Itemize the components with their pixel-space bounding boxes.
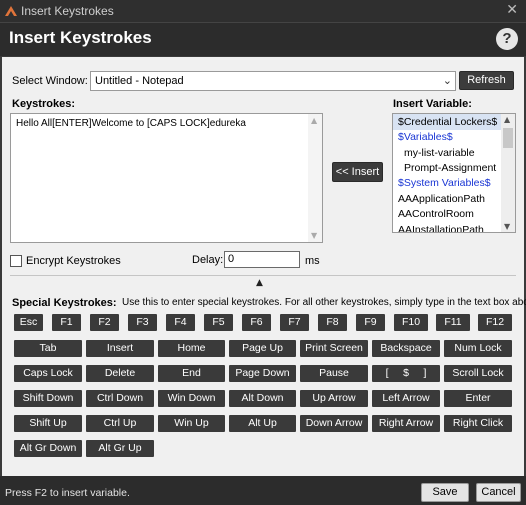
variable-item[interactable]: Prompt-Assignment <box>393 160 503 176</box>
insert-variable-button[interactable]: << Insert <box>332 162 383 182</box>
scrollbar-thumb[interactable] <box>503 128 513 148</box>
variable-group-header[interactable]: $Variables$ <box>393 129 503 145</box>
encrypt-keystrokes-checkbox[interactable] <box>10 255 22 267</box>
key-f10[interactable]: F10 <box>394 314 428 331</box>
key-f3[interactable]: F3 <box>128 314 157 331</box>
key-down-arrow[interactable]: Down Arrow <box>300 415 368 432</box>
key-f2[interactable]: F2 <box>90 314 119 331</box>
key-f5[interactable]: F5 <box>204 314 233 331</box>
keystrokes-textarea[interactable]: Hello All[ENTER]Welcome to [CAPS LOCK]ed… <box>10 113 323 243</box>
special-keystrokes-hint: Use this to enter special keystrokes. Fo… <box>122 297 526 308</box>
variable-item[interactable]: $Credential Lockers$ <box>393 114 503 130</box>
variable-item[interactable]: my-list-variable <box>393 145 503 161</box>
key-shift-down[interactable]: Shift Down <box>14 390 82 407</box>
variables-scrollbar[interactable]: ▲ ▼ <box>501 114 515 232</box>
key-home[interactable]: Home <box>158 340 225 357</box>
key-f12[interactable]: F12 <box>478 314 512 331</box>
save-button[interactable]: Save <box>421 483 469 502</box>
key-print-screen[interactable]: Print Screen <box>300 340 368 357</box>
key-f8[interactable]: F8 <box>318 314 347 331</box>
key-end[interactable]: End <box>158 365 225 382</box>
key-f6[interactable]: F6 <box>242 314 271 331</box>
key-alt-up[interactable]: Alt Up <box>229 415 296 432</box>
variable-item[interactable]: AAInstallationPath <box>393 222 503 232</box>
key-pause[interactable]: Pause <box>300 365 368 382</box>
key-esc[interactable]: Esc <box>14 314 43 331</box>
dialog-content: Select Window: Untitled - Notepad ⌄ Refr… <box>2 57 526 476</box>
key-up-arrow[interactable]: Up Arrow <box>300 390 368 407</box>
special-keystrokes-label: Special Keystrokes: <box>12 297 117 309</box>
key-right-click[interactable]: Right Click <box>444 415 512 432</box>
collapse-arrow-icon[interactable]: ▲ <box>256 278 263 288</box>
key-alt-gr-up[interactable]: Alt Gr Up <box>86 440 154 457</box>
key-enter[interactable]: Enter <box>444 390 512 407</box>
delay-input[interactable]: 0 <box>224 251 300 268</box>
key-delete[interactable]: Delete <box>86 365 154 382</box>
key-win-down[interactable]: Win Down <box>158 390 225 407</box>
key-right-arrow[interactable]: Right Arrow <box>372 415 440 432</box>
delay-unit: ms <box>305 255 320 267</box>
key-variable-brackets[interactable]: [ $ ] <box>372 365 440 382</box>
scroll-down-icon[interactable]: ▼ <box>504 222 510 231</box>
key-page-down[interactable]: Page Down <box>229 365 296 382</box>
key-page-up[interactable]: Page Up <box>229 340 296 357</box>
variables-list[interactable]: $Credential Lockers$ $Variables$ my-list… <box>392 113 516 233</box>
variable-group-header[interactable]: $System Variables$ <box>393 175 503 191</box>
scroll-down-icon[interactable]: ▼ <box>311 231 317 240</box>
special-keystrokes-panel: ▲ Special Keystrokes: Use this to enter … <box>10 275 526 473</box>
key-tab[interactable]: Tab <box>14 340 82 357</box>
select-window-label: Select Window: <box>12 75 88 87</box>
key-left-arrow[interactable]: Left Arrow <box>372 390 440 407</box>
key-alt-down[interactable]: Alt Down <box>229 390 296 407</box>
key-alt-gr-down[interactable]: Alt Gr Down <box>14 440 82 457</box>
key-num-lock[interactable]: Num Lock <box>444 340 512 357</box>
key-f11[interactable]: F11 <box>436 314 470 331</box>
app-logo-icon <box>5 6 17 16</box>
insert-variable-label: Insert Variable: <box>393 98 472 110</box>
scroll-up-icon[interactable]: ▲ <box>504 115 510 124</box>
chevron-down-icon[interactable]: ⌄ <box>443 74 452 87</box>
dialog-title: Insert Keystrokes <box>9 28 152 47</box>
delay-label: Delay: <box>192 254 224 266</box>
keystrokes-scrollbar[interactable]: ▲ ▼ <box>308 114 322 242</box>
key-f1[interactable]: F1 <box>52 314 81 331</box>
close-icon[interactable]: ✕ <box>506 2 518 18</box>
variable-item[interactable]: AAControlRoom <box>393 206 503 222</box>
scroll-up-icon[interactable]: ▲ <box>311 116 317 125</box>
window-title: Insert Keystrokes <box>21 4 114 18</box>
key-insert[interactable]: Insert <box>86 340 154 357</box>
key-scroll-lock[interactable]: Scroll Lock <box>444 365 512 382</box>
keystrokes-value: Hello All[ENTER]Welcome to [CAPS LOCK]ed… <box>16 118 246 129</box>
cancel-button[interactable]: Cancel <box>476 483 521 502</box>
dialog-header: Insert Keystrokes ? <box>0 22 526 56</box>
key-f9[interactable]: F9 <box>356 314 385 331</box>
key-ctrl-up[interactable]: Ctrl Up <box>86 415 154 432</box>
key-ctrl-down[interactable]: Ctrl Down <box>86 390 154 407</box>
key-f4[interactable]: F4 <box>166 314 195 331</box>
variable-item[interactable]: AAApplicationPath <box>393 191 503 207</box>
keystrokes-label: Keystrokes: <box>12 98 75 110</box>
key-f7[interactable]: F7 <box>280 314 309 331</box>
key-win-up[interactable]: Win Up <box>158 415 225 432</box>
refresh-button[interactable]: Refresh <box>459 71 514 90</box>
status-bar: Press F2 to insert variable. Save Cancel <box>0 476 526 505</box>
status-text: Press F2 to insert variable. <box>5 487 130 499</box>
key-backspace[interactable]: Backspace <box>372 340 440 357</box>
encrypt-keystrokes-label: Encrypt Keystrokes <box>26 255 121 267</box>
select-window-dropdown[interactable]: Untitled - Notepad ⌄ <box>90 71 456 91</box>
select-window-value: Untitled - Notepad <box>95 75 184 87</box>
window-titlebar: Insert Keystrokes ✕ <box>0 0 526 22</box>
key-caps-lock[interactable]: Caps Lock <box>14 365 82 382</box>
help-icon[interactable]: ? <box>496 28 518 50</box>
key-shift-up[interactable]: Shift Up <box>14 415 82 432</box>
